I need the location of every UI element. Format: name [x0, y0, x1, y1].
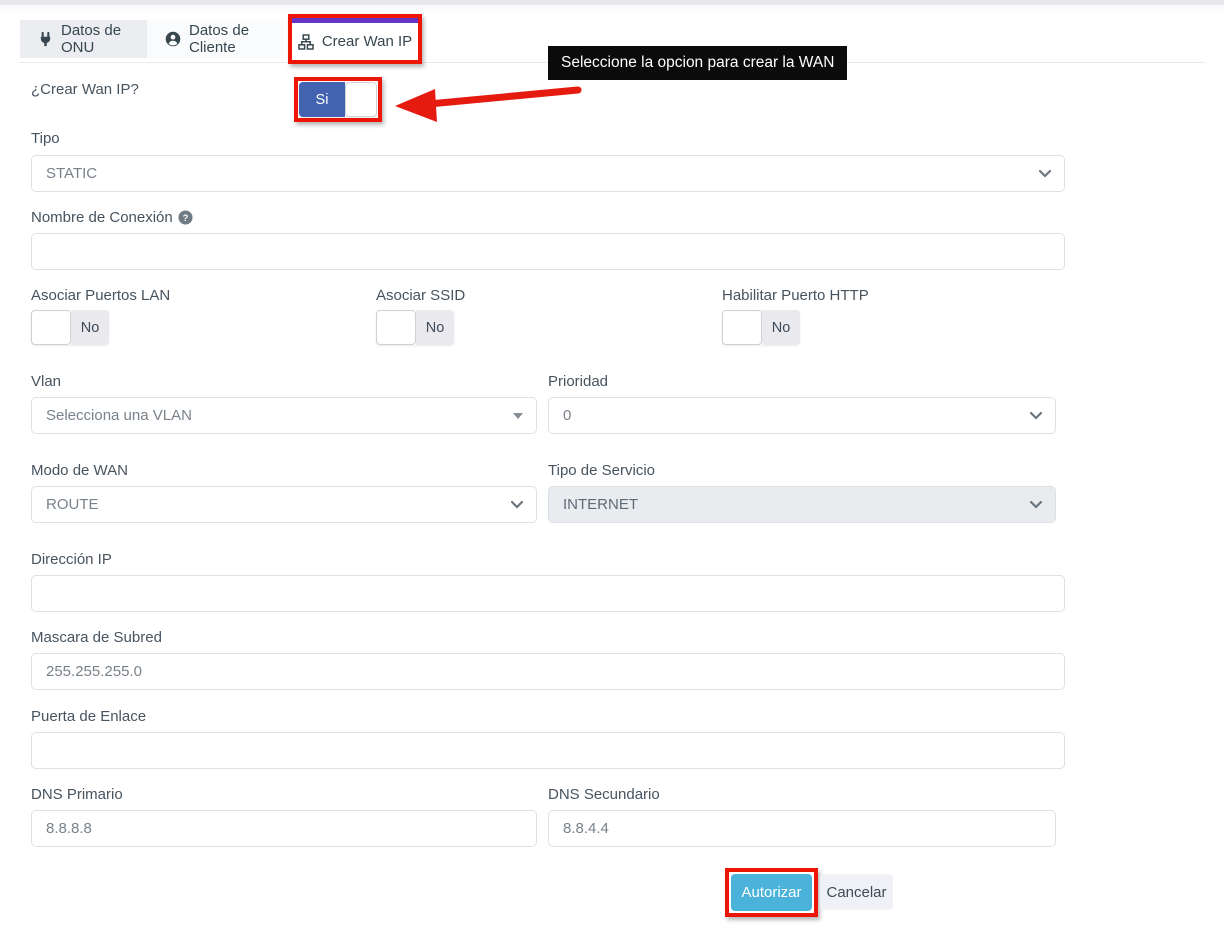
prioridad-select[interactable]: 0 — [548, 397, 1056, 434]
toggle-knob — [345, 82, 377, 117]
puerta-enlace-label: Puerta de Enlace — [31, 708, 146, 725]
modo-wan-select[interactable]: ROUTE — [31, 486, 537, 523]
dns-primario-input[interactable] — [31, 810, 537, 847]
tipo-servicio-label: Tipo de Servicio — [548, 462, 655, 479]
tab-label: Crear Wan IP — [322, 33, 412, 50]
selected-value: 0 — [563, 407, 571, 424]
vlan-label: Vlan — [31, 373, 61, 390]
asociar-puertos-lan-toggle[interactable]: No — [31, 310, 109, 345]
puerta-enlace-input[interactable] — [31, 732, 1065, 769]
dns-primario-label: DNS Primario — [31, 786, 123, 803]
tooltip: Seleccione la opcion para crear la WAN — [548, 46, 847, 80]
nombre-conexion-label: Nombre de Conexión ? — [31, 209, 193, 226]
toggle-state-label: No — [71, 310, 109, 345]
direccion-ip-input[interactable] — [31, 575, 1065, 612]
tab-crear-wan-ip[interactable]: Crear Wan IP — [292, 23, 418, 60]
autorizar-button[interactable]: Autorizar — [731, 874, 812, 911]
mascara-subred-input[interactable] — [31, 653, 1065, 690]
mascara-subred-label: Mascara de Subred — [31, 629, 162, 646]
sitemap-icon — [298, 34, 314, 50]
nombre-conexion-input[interactable] — [31, 233, 1065, 270]
top-fade — [0, 5, 1224, 15]
toggle-knob — [722, 310, 762, 345]
plug-icon — [38, 32, 53, 47]
tab-label: Datos de ONU — [61, 22, 129, 56]
selected-value: INTERNET — [563, 496, 638, 513]
red-arrow-annotation — [385, 78, 590, 133]
caret-down-icon — [513, 413, 523, 419]
habilitar-puerto-http-toggle[interactable]: No — [722, 310, 800, 345]
asociar-puertos-lan-label: Asociar Puertos LAN — [31, 287, 170, 304]
modo-wan-label: Modo de WAN — [31, 462, 128, 479]
toggle-knob — [376, 310, 416, 345]
tipo-label: Tipo — [31, 130, 60, 147]
cancelar-button[interactable]: Cancelar — [820, 874, 893, 910]
tab-label: Datos de Cliente — [189, 22, 267, 56]
selected-value: Selecciona una VLAN — [46, 407, 192, 424]
chevron-down-icon — [1030, 501, 1042, 509]
selected-value: STATIC — [46, 165, 97, 182]
tab-datos-de-onu[interactable]: Datos de ONU — [20, 20, 147, 58]
tipo-servicio-select: INTERNET — [548, 486, 1056, 523]
asociar-ssid-toggle[interactable]: No — [376, 310, 454, 345]
direccion-ip-label: Dirección IP — [31, 551, 112, 568]
chevron-down-icon — [1039, 170, 1051, 178]
asociar-ssid-label: Asociar SSID — [376, 287, 465, 304]
tipo-select[interactable]: STATIC — [31, 155, 1065, 192]
toggle-knob — [31, 310, 71, 345]
crear-wan-toggle[interactable]: Si — [299, 82, 377, 117]
habilitar-puerto-http-label: Habilitar Puerto HTTP — [722, 287, 869, 304]
toggle-state-label: No — [762, 310, 800, 345]
user-circle-icon — [165, 31, 181, 47]
toggle-state-label: Si — [299, 82, 345, 117]
active-tab-highlight-box: Crear Wan IP — [288, 14, 422, 64]
crear-wan-ip-page: Datos de ONU Datos de Cliente Crear Wan … — [0, 0, 1224, 929]
question-circle-icon[interactable]: ? — [178, 210, 193, 225]
vlan-select[interactable]: Selecciona una VLAN — [31, 397, 537, 434]
crear-wan-label: ¿Crear Wan IP? — [31, 81, 139, 98]
dns-secundario-input[interactable] — [548, 810, 1056, 847]
prioridad-label: Prioridad — [548, 373, 608, 390]
chevron-down-icon — [1030, 412, 1042, 420]
toggle-state-label: No — [416, 310, 454, 345]
tab-datos-de-cliente[interactable]: Datos de Cliente — [147, 20, 285, 58]
selected-value: ROUTE — [46, 496, 99, 513]
chevron-down-icon — [511, 501, 523, 509]
toggle-highlight-box: Si — [294, 77, 382, 122]
dns-secundario-label: DNS Secundario — [548, 786, 660, 803]
svg-text:?: ? — [182, 213, 188, 223]
